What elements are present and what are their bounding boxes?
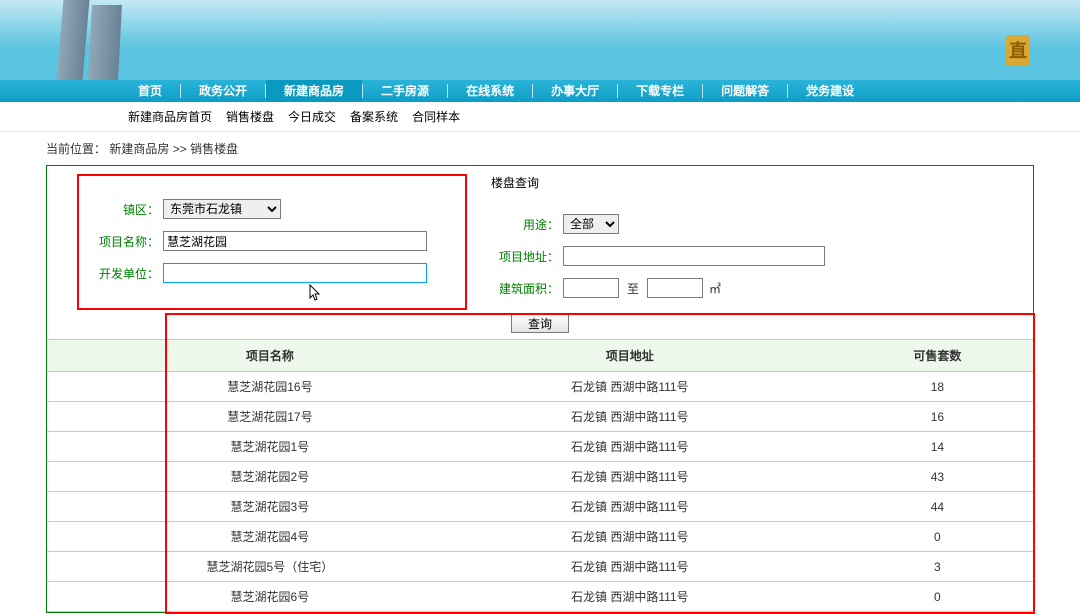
cell-count: 44 [842, 492, 1033, 522]
address-label: 项目地址： [491, 248, 559, 265]
table-row: 慧芝湖花园2号石龙镇 西湖中路111号43 [47, 462, 1033, 492]
main-nav-item[interactable]: 党务建设 [788, 80, 872, 102]
district-select[interactable]: 东莞市石龙镇 [163, 199, 281, 219]
table-row: 慧芝湖花园17号石龙镇 西湖中路111号16 [47, 402, 1033, 432]
main-nav-item[interactable]: 新建商品房 [266, 80, 362, 102]
area-from-input[interactable] [563, 278, 619, 298]
cell-name[interactable]: 慧芝湖花园17号 [122, 402, 418, 432]
sub-nav-item[interactable]: 销售楼盘 [226, 110, 274, 124]
usage-select[interactable]: 全部 [563, 214, 619, 234]
search-right-panel: 楼盘查询 用途： 全部 项目地址： 建筑面积： 至 ㎡ [467, 174, 1033, 310]
cell-addr: 石龙镇 西湖中路111号 [418, 462, 842, 492]
main-nav-item[interactable]: 在线系统 [448, 80, 532, 102]
developer-input[interactable] [163, 263, 427, 283]
query-button[interactable]: 查询 [511, 314, 569, 333]
cell-addr: 石龙镇 西湖中路111号 [418, 552, 842, 582]
table-row: 慧芝湖花园6号石龙镇 西湖中路111号0 [47, 582, 1033, 612]
cell-addr: 石龙镇 西湖中路111号 [418, 492, 842, 522]
cell-count: 0 [842, 582, 1033, 612]
sub-nav: 新建商品房首页销售楼盘今日成交备案系统合同样本 [0, 102, 1080, 132]
content-panel: 镇区： 东莞市石龙镇 项目名称： 开发单位： 楼盘查询 用途： [46, 165, 1034, 613]
results-table-outer: 项目名称 项目地址 可售套数 慧芝湖花园16号石龙镇 西湖中路111号18慧芝湖… [47, 339, 1033, 612]
address-input[interactable] [563, 246, 825, 266]
cell-addr: 石龙镇 西湖中路111号 [418, 372, 842, 402]
cell-addr: 石龙镇 西湖中路111号 [418, 522, 842, 552]
area-to-label: 至 [627, 280, 639, 297]
main-nav-item[interactable]: 下载专栏 [618, 80, 702, 102]
search-section-title: 楼盘查询 [491, 174, 1009, 191]
cell-name[interactable]: 慧芝湖花园6号 [122, 582, 418, 612]
area-unit: ㎡ [709, 280, 721, 297]
cell-count: 18 [842, 372, 1033, 402]
cell-count: 16 [842, 402, 1033, 432]
table-header-row: 项目名称 项目地址 可售套数 [47, 340, 1033, 372]
cell-name[interactable]: 慧芝湖花园5号（住宅） [122, 552, 418, 582]
breadcrumb-item[interactable]: 销售楼盘 [190, 142, 238, 156]
banner-right-glyph: 直 [1006, 35, 1030, 65]
main-nav: 首页政务公开新建商品房二手房源在线系统办事大厅下载专栏问题解答党务建设 [0, 80, 1080, 102]
usage-label: 用途： [491, 216, 559, 233]
table-row: 慧芝湖花园4号石龙镇 西湖中路111号0 [47, 522, 1033, 552]
sub-nav-item[interactable]: 新建商品房首页 [128, 110, 212, 124]
project-name-input[interactable] [163, 231, 427, 251]
sub-nav-item[interactable]: 备案系统 [350, 110, 398, 124]
breadcrumb: 当前位置： 新建商品房 >> 销售楼盘 [0, 132, 1080, 165]
page-banner: 直 [0, 0, 1080, 80]
main-nav-item[interactable]: 二手房源 [363, 80, 447, 102]
main-nav-item[interactable]: 问题解答 [703, 80, 787, 102]
cell-count: 3 [842, 552, 1033, 582]
breadcrumb-sep: >> [173, 142, 190, 156]
cell-addr: 石龙镇 西湖中路111号 [418, 432, 842, 462]
project-name-label: 项目名称： [91, 233, 159, 250]
search-left-panel: 镇区： 东莞市石龙镇 项目名称： 开发单位： [77, 174, 467, 310]
sub-nav-item[interactable]: 今日成交 [288, 110, 336, 124]
main-nav-item[interactable]: 首页 [120, 80, 180, 102]
cell-name[interactable]: 慧芝湖花园3号 [122, 492, 418, 522]
sub-nav-item[interactable]: 合同样本 [412, 110, 460, 124]
cell-addr: 石龙镇 西湖中路111号 [418, 582, 842, 612]
main-nav-item[interactable]: 政务公开 [181, 80, 265, 102]
cell-addr: 石龙镇 西湖中路111号 [418, 402, 842, 432]
col-project-name: 项目名称 [122, 340, 418, 372]
cell-name[interactable]: 慧芝湖花园2号 [122, 462, 418, 492]
cell-name[interactable]: 慧芝湖花园4号 [122, 522, 418, 552]
table-row: 慧芝湖花园1号石龙镇 西湖中路111号14 [47, 432, 1033, 462]
developer-label: 开发单位： [91, 265, 159, 282]
cell-count: 43 [842, 462, 1033, 492]
col-count: 可售套数 [842, 340, 1033, 372]
cell-name[interactable]: 慧芝湖花园16号 [122, 372, 418, 402]
buildings-graphic [60, 0, 160, 80]
cell-name[interactable]: 慧芝湖花园1号 [122, 432, 418, 462]
cell-count: 0 [842, 522, 1033, 552]
table-row: 慧芝湖花园5号（住宅）石龙镇 西湖中路111号3 [47, 552, 1033, 582]
breadcrumb-item[interactable]: 新建商品房 [109, 142, 169, 156]
district-label: 镇区： [91, 201, 159, 218]
table-row: 慧芝湖花园3号石龙镇 西湖中路111号44 [47, 492, 1033, 522]
table-row: 慧芝湖花园16号石龙镇 西湖中路111号18 [47, 372, 1033, 402]
main-nav-item[interactable]: 办事大厅 [533, 80, 617, 102]
area-label: 建筑面积： [491, 280, 559, 297]
col-project-addr: 项目地址 [418, 340, 842, 372]
area-to-input[interactable] [647, 278, 703, 298]
breadcrumb-label: 当前位置： [46, 142, 106, 156]
cell-count: 14 [842, 432, 1033, 462]
